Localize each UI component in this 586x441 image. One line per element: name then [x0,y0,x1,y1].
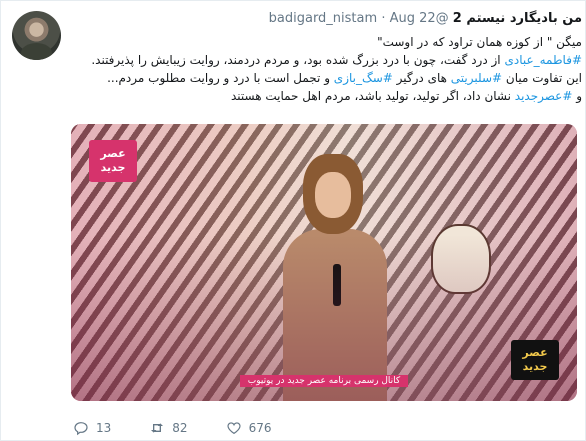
tweet-date[interactable]: Aug 22 [390,11,436,26]
media-shade [71,124,577,401]
hashtag-link[interactable]: #فاطمه_عبادی [504,53,582,67]
display-name[interactable]: من بادیگارد نیستم 2 [453,11,582,26]
like-icon [226,422,241,435]
tweet-text-line-1: میگن " از کوزه همان تراود که در اوست" [377,35,582,49]
like-button[interactable]: 676 [226,420,272,436]
reply-button[interactable]: 13 [73,420,111,436]
tweet-text-segment: این تفاوت میان [502,71,582,85]
hashtag-link[interactable]: #سلبریتی [451,71,502,85]
tweet-text-segment: از درد گفت، چون با درد بزرگ شده بود، و م… [91,53,505,67]
reply-icon [74,422,88,436]
channel-logo-top-left: عصر جدید [89,140,137,182]
tweet-card[interactable]: من بادیگارد نیستم 2 @badigard_nistam · A… [0,0,586,441]
media-caption-bar: کانال رسمی برنامه عصر جدید در یوتیوب [71,375,577,387]
tweet-text-line-3: این تفاوت میان #سلبریتی های درگیر #سگ_با… [72,69,582,87]
reply-count: 13 [96,421,112,435]
tweet-text-segment: نشان داد، اگر تولید، تولید باشد، مردم اه… [230,89,515,103]
retweet-icon [151,423,164,433]
hashtag-link[interactable]: #سگ_بازی [334,71,393,85]
tweet-text-line-2: #فاطمه_عبادی از درد گفت، چون با درد بزرگ… [72,51,582,69]
tweet-text: میگن " از کوزه همان تراود که در اوست" #ف… [72,33,582,105]
tweet-text-line-4: و #عصرجدید نشان داد، اگر تولید، تولید با… [72,87,582,105]
avatar[interactable] [12,11,61,60]
tweet-media[interactable]: عصر جدید عصر جدید کانال رسمی برنامه عصر … [71,124,577,401]
media-caption: کانال رسمی برنامه عصر جدید در یوتیوب [239,375,409,387]
like-count: 676 [248,421,272,435]
tweet-text-segment: و تجمل است با درد و روایت مطلوب مردم... [107,71,334,85]
channel-logo-bottom-right: عصر جدید [511,340,559,380]
retweet-count: 82 [172,421,188,435]
tweet-text-segment: های درگیر [392,71,451,85]
tweet-actions: 13 82 676 [73,419,309,437]
header-separator: · [381,11,386,26]
tweet-text-segment: و [572,89,582,103]
hashtag-link[interactable]: #عصرجدید [515,89,573,103]
tweet-header: من بادیگارد نیستم 2 @badigard_nistam · A… [72,11,582,31]
retweet-button[interactable]: 82 [149,420,188,436]
